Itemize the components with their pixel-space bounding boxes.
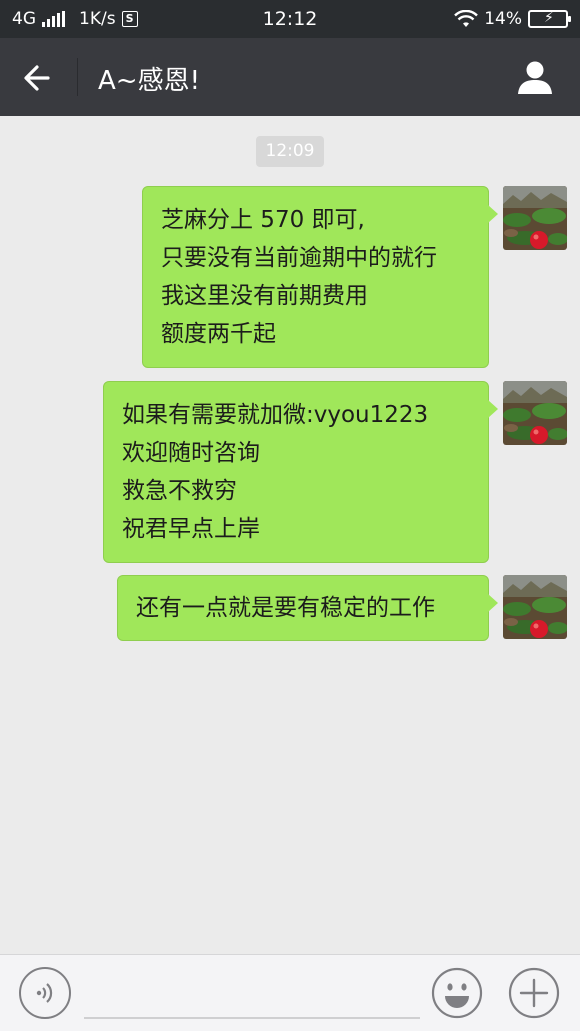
message-row: 还有一点就是要有稳定的工作 [117, 575, 567, 641]
message-input[interactable] [84, 971, 420, 1019]
wifi-icon [454, 10, 479, 27]
status-bar: 4G 1K/s S 12:12 14% ⚡ [0, 0, 580, 38]
avatar[interactable] [503, 575, 567, 639]
message-row: 如果有需要就加微:vyou1223 欢迎随时咨询 救急不救穷 祝君早点上岸 [103, 381, 567, 563]
profile-button[interactable] [516, 58, 554, 96]
message-line: 还有一点就是要有稳定的工作 [136, 595, 435, 621]
message-line: 只要没有当前逾期中的就行 [161, 245, 437, 271]
more-button[interactable] [508, 967, 560, 1019]
chat-header: A~感恩! [0, 38, 580, 116]
header-divider [77, 58, 78, 96]
message-line: 额度两千起 [161, 321, 276, 347]
message-line: 救急不救穷 [122, 478, 237, 504]
message-bubble[interactable]: 还有一点就是要有稳定的工作 [117, 575, 498, 641]
status-right: 14% ⚡ [454, 9, 571, 29]
message-row: 芝麻分上 570 即可, 只要没有当前逾期中的就行 我这里没有前期费用 额度两千… [142, 186, 567, 368]
battery-percent: 14% [484, 9, 522, 29]
chat-timestamp: 12:09 [256, 136, 324, 167]
message-line: 芝麻分上 570 即可, [161, 207, 365, 233]
message-bubble[interactable]: 如果有需要就加微:vyou1223 欢迎随时咨询 救急不救穷 祝君早点上岸 [103, 381, 498, 563]
battery-icon: ⚡ [528, 10, 571, 28]
back-button[interactable] [18, 58, 58, 98]
chat-area[interactable]: 12:09 芝麻分上 570 即可, 只要没有当前逾期中的就行 我这里没有前期费… [0, 116, 580, 954]
person-icon [518, 61, 552, 94]
voice-icon [36, 983, 53, 1003]
avatar[interactable] [503, 186, 567, 250]
arrow-left-icon [24, 65, 50, 91]
plus-icon [508, 967, 560, 1019]
avatar[interactable] [503, 381, 567, 445]
chat-title: A~感恩! [98, 66, 200, 96]
emoji-icon [431, 967, 483, 1019]
voice-button[interactable] [19, 967, 71, 1019]
message-bubble[interactable]: 芝麻分上 570 即可, 只要没有当前逾期中的就行 我这里没有前期费用 额度两千… [142, 186, 498, 368]
message-line: 欢迎随时咨询 [122, 440, 260, 466]
message-line: 祝君早点上岸 [122, 516, 260, 542]
emoji-button[interactable] [431, 967, 483, 1019]
message-line: 我这里没有前期费用 [161, 283, 368, 309]
input-bar [0, 954, 580, 1031]
message-line: 如果有需要就加微:vyou1223 [122, 402, 429, 428]
